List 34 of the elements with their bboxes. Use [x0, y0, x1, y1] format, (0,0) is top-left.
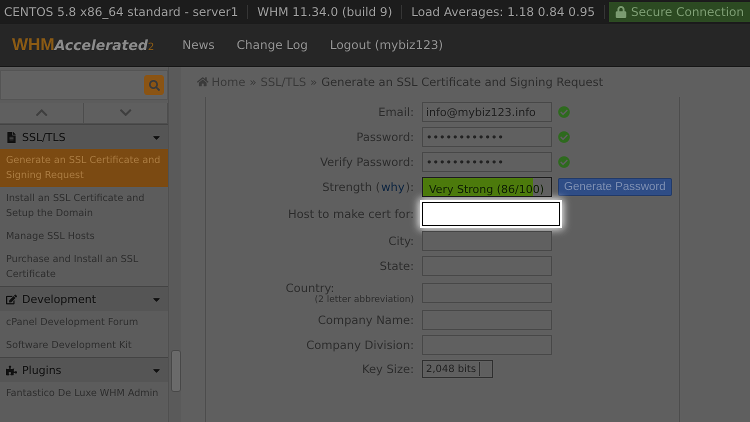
sidebar-section[interactable]: SSL/TLS — [0, 124, 168, 149]
puzzle-icon — [6, 364, 17, 376]
logo: WHMAccelerated2 — [12, 35, 154, 55]
section-title: Development — [22, 292, 98, 306]
nav-link[interactable]: Logout (mybiz123) — [330, 38, 444, 52]
search-button[interactable] — [144, 75, 164, 95]
status-text: CENTOS 5.8 x86_64 standard - server1 — [0, 5, 248, 19]
input-field[interactable]: •••••••••••• — [422, 127, 552, 147]
label-punctuation: ): — [406, 180, 414, 194]
why-link[interactable]: why — [381, 180, 405, 194]
home-icon — [197, 76, 208, 88]
input-field[interactable] — [422, 202, 560, 226]
status-text: WHM 11.34.0 (build 9) — [248, 5, 402, 19]
sidebar-section[interactable]: Development — [0, 286, 168, 311]
search-field[interactable] — [0, 70, 168, 100]
lock-icon — [615, 6, 628, 18]
nav-link[interactable]: Change Log — [236, 38, 308, 52]
nav-link[interactable]: News — [182, 38, 215, 52]
search-icon — [148, 80, 160, 90]
generate-password-button[interactable]: Generate Password — [558, 178, 672, 196]
breadcrumb-separator: » — [249, 75, 257, 89]
key-size-select[interactable]: 2,048 bits — [422, 360, 494, 378]
status-text: Load Averages: 1.18 0.84 0.95 — [402, 5, 606, 19]
breadcrumb-separator: » — [310, 75, 318, 89]
sidebar-section[interactable]: Plugins — [0, 357, 168, 382]
input-field[interactable] — [422, 231, 552, 251]
section-title: Plugins — [22, 364, 62, 376]
document-icon — [6, 132, 17, 142]
input-field[interactable]: •••••••••••• — [422, 152, 552, 172]
input-field[interactable]: info@mybiz123.info — [422, 102, 552, 122]
pencil-icon — [6, 294, 17, 304]
section-title: SSL/TLS — [22, 130, 67, 144]
secure-connection-badge: Secure Connection — [609, 2, 750, 22]
scrollbar[interactable] — [168, 67, 181, 422]
